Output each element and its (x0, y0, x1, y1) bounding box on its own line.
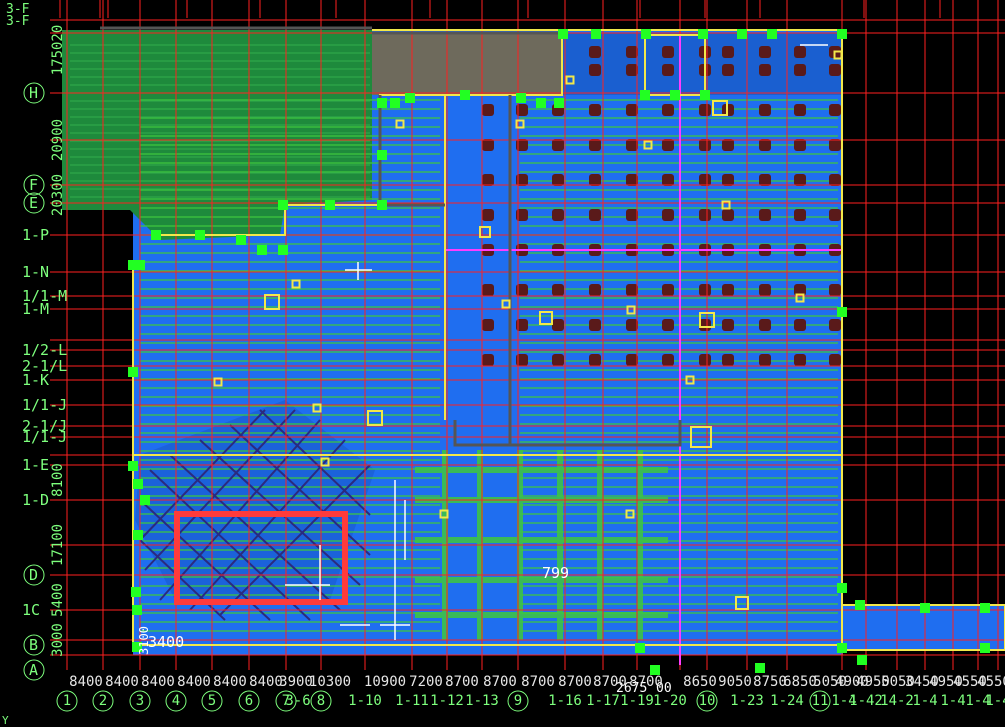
col-grid-17: 1-20 (653, 693, 687, 709)
row-label-14: 1-D (22, 491, 49, 509)
col-dim-3: 8400 (177, 674, 211, 690)
col-dim-6: 3900 (279, 674, 313, 690)
row-dim-1: 20900 (50, 119, 66, 161)
col-dim-18: 8750 (753, 674, 787, 690)
col-grid-18: 10 (699, 693, 716, 709)
row-label-18: A (29, 661, 38, 679)
col-dim-9: 7200 (409, 674, 443, 690)
col-dim-0: 8400 (69, 674, 103, 690)
col-dim-10: 8700 (445, 674, 479, 690)
col-grid-8: 8 (317, 693, 325, 709)
col-grid-13: 9 (514, 693, 522, 709)
row-label-12: 1/1-J (22, 428, 67, 446)
row-label-9: 1-K (22, 371, 49, 389)
row-label-17: B (29, 636, 38, 654)
center-number-annotation: 799 (542, 564, 569, 582)
row-dim-0: 175020 (50, 25, 66, 76)
col-grid-2: 3 (136, 693, 144, 709)
col-dim-13: 8700 (558, 674, 592, 690)
row-dim-3: 17100 (50, 524, 66, 566)
col-grid-24: 14-2 (880, 693, 914, 709)
row-label-3: 1-P (22, 226, 49, 244)
col-dim-1: 8400 (105, 674, 139, 690)
row-label-1: F (29, 176, 38, 194)
vertical-dim-annotation: 3100 (137, 626, 151, 655)
col-grid-23: 1-42 (849, 693, 883, 709)
col-grid-0: 1 (63, 693, 71, 709)
column-dimension-labels: 8400 8400 8400 8400 8400 8400390010300 10900 72… (69, 674, 1005, 690)
col-dim-17: 9050 (718, 674, 752, 690)
row-dim-2: 20300 (50, 174, 66, 216)
col-grid-15: 1-17 (586, 693, 620, 709)
col-grid-19: 1-23 (730, 693, 764, 709)
col-dim-14: 8700 (593, 674, 627, 690)
col-dim-11: 8700 (483, 674, 517, 690)
col-grid-4: 5 (208, 693, 216, 709)
row-dim-6: 3000 (50, 623, 66, 657)
cad-drawing-canvas[interactable]: 799 3400 3100 2675 00 3-F 3-F HFE1-P1-N1… (0, 0, 1005, 727)
brown-slab-top (372, 33, 562, 95)
row-label-15: D (29, 566, 38, 584)
col-dim-5: 8400 (249, 674, 283, 690)
corner-label-2: 3-F (6, 14, 30, 29)
col-grid-7: 3-6 (285, 693, 310, 709)
cursor-axis-indicator: Y (2, 714, 9, 727)
col-dim-15: 8700 (629, 674, 663, 690)
col-grid-3: 4 (172, 693, 180, 709)
col-dim-19: 6850 (783, 674, 817, 690)
col-grid-14: 1-16 (548, 693, 582, 709)
col-dim-7: 10300 (309, 674, 351, 690)
col-dim-12: 8700 (521, 674, 555, 690)
row-dim-4: 8100 (50, 463, 66, 497)
row-label-10: 1/1-J (22, 396, 67, 414)
row-label-6: 1-M (22, 300, 49, 318)
col-grid-9: 1-10 (348, 693, 382, 709)
col-grid-21: 11 (812, 693, 829, 709)
col-grid-5: 6 (245, 693, 253, 709)
row-label-16: 1C (22, 601, 40, 619)
col-grid-10: 1-11 (395, 693, 429, 709)
col-grid-1: 2 (99, 693, 107, 709)
col-grid-12: 1-13 (465, 693, 499, 709)
col-dim-4: 8400 (213, 674, 247, 690)
row-label-0: H (29, 84, 38, 102)
col-grid-16: 1-19 (620, 693, 654, 709)
col-grid-25: 1-4 (912, 693, 937, 709)
col-dim-16: 8650 (683, 674, 717, 690)
row-dim-5: 5400 (50, 583, 66, 617)
col-grid-26: 1-4 (940, 693, 965, 709)
col-grid-11: 1-12 (430, 693, 464, 709)
row-label-4: 1-N (22, 263, 49, 281)
row-label-13: 1-E (22, 456, 49, 474)
col-grid-20: 1-24 (770, 693, 804, 709)
col-grid-28: 1-4 (985, 693, 1005, 709)
col-dim-2: 8400 (141, 674, 175, 690)
col-dim-27: 4550 (977, 674, 1005, 690)
row-label-2: E (29, 194, 38, 212)
col-dim-8: 10900 (364, 674, 406, 690)
bottom-left-dim-annotation: 3400 (148, 633, 184, 651)
